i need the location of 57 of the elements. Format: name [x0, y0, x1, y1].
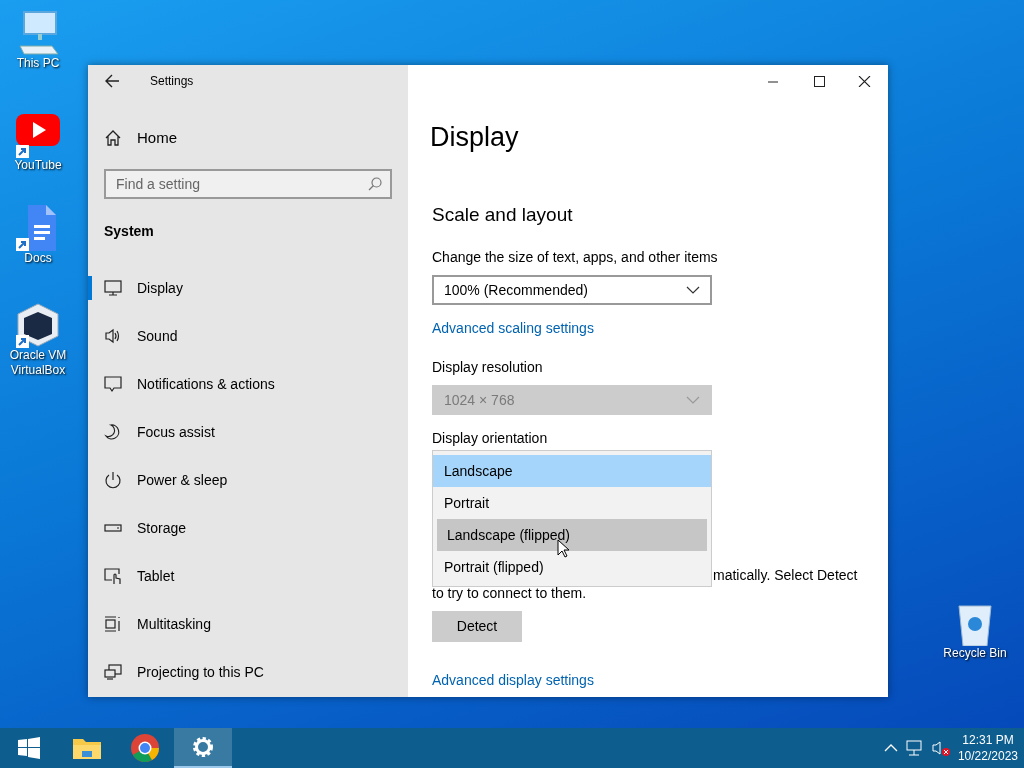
section-heading: Scale and layout: [432, 203, 574, 227]
clock[interactable]: 12:31 PM 10/22/2023: [957, 732, 1018, 764]
dropdown-option[interactable]: Landscape (flipped): [437, 519, 707, 551]
sidebar-item[interactable]: Focus assist: [88, 408, 408, 456]
close-icon: [858, 75, 872, 87]
multitasking-icon: [104, 615, 122, 633]
dropdown: 1024 × 768: [432, 385, 712, 415]
taskbar-button[interactable]: [174, 728, 232, 768]
field-label: Change the size of text, apps, and other items: [432, 248, 719, 267]
speech-bubble-icon: [104, 375, 122, 393]
detect-button[interactable]: Detect: [432, 611, 522, 642]
window-title: Settings: [150, 73, 194, 90]
home-icon: [104, 129, 122, 147]
browser-icon: [130, 733, 160, 763]
power-icon: [104, 471, 122, 489]
cube-icon[interactable]: [16, 302, 60, 348]
dropdown-option[interactable]: Landscape: [433, 455, 711, 487]
sidebar-item[interactable]: Tablet: [88, 552, 408, 600]
gear-icon: [190, 734, 216, 760]
sidebar-item[interactable]: Sound: [88, 312, 408, 360]
desktop-icon-label[interactable]: Docs: [24, 251, 52, 266]
dropdown[interactable]: 100% (Recommended): [432, 275, 712, 305]
speaker-icon: [104, 327, 122, 345]
page-title: Display: [430, 121, 520, 154]
search-icon: [368, 177, 382, 191]
dropdown-option[interactable]: Portrait: [433, 487, 711, 519]
sidebar-item[interactable]: Projecting to this PC: [88, 648, 408, 696]
paragraph-text: to try to connect to them.: [432, 584, 588, 602]
dropdown-option[interactable]: Portrait (flipped): [433, 551, 711, 583]
link[interactable]: Advanced display settings: [432, 670, 594, 690]
field-label: Display resolution: [432, 358, 544, 377]
back-arrow-icon: [104, 74, 120, 88]
field-label: Display orientation: [432, 429, 549, 448]
maximize-icon: [812, 75, 826, 87]
paragraph-text: matically. Select Detect: [713, 566, 858, 584]
desktop-icon-label[interactable]: Recycle Bin: [943, 646, 1007, 661]
chevron-down-icon: [686, 286, 700, 294]
tablet-touch-icon: [104, 567, 122, 585]
desktop-icon-label[interactable]: Oracle VM VirtualBox: [0, 348, 76, 378]
projector-icon: [104, 663, 122, 681]
sidebar-item[interactable]: Multitasking: [88, 600, 408, 648]
windows-logo-icon: [18, 737, 40, 759]
section-heading: System: [103, 222, 155, 241]
sidebar-item[interactable]: Notifications & actions: [88, 360, 408, 408]
sidebar-item[interactable]: Display: [88, 264, 408, 312]
monitor-icon: [104, 279, 122, 297]
computer-icon[interactable]: [16, 10, 60, 56]
search-field[interactable]: Find a setting: [104, 169, 392, 199]
muted-speaker-icon[interactable]: [931, 740, 950, 756]
sidebar-item[interactable]: Power & sleep: [88, 456, 408, 504]
network-icon[interactable]: [905, 740, 924, 756]
chevron-down-icon: [686, 396, 700, 404]
sidebar-item[interactable]: Storage: [88, 504, 408, 552]
chevron-up-icon[interactable]: [883, 744, 898, 752]
home-link[interactable]: Home: [88, 114, 408, 162]
moon-icon: [104, 423, 122, 441]
link[interactable]: Advanced scaling settings: [432, 318, 594, 338]
